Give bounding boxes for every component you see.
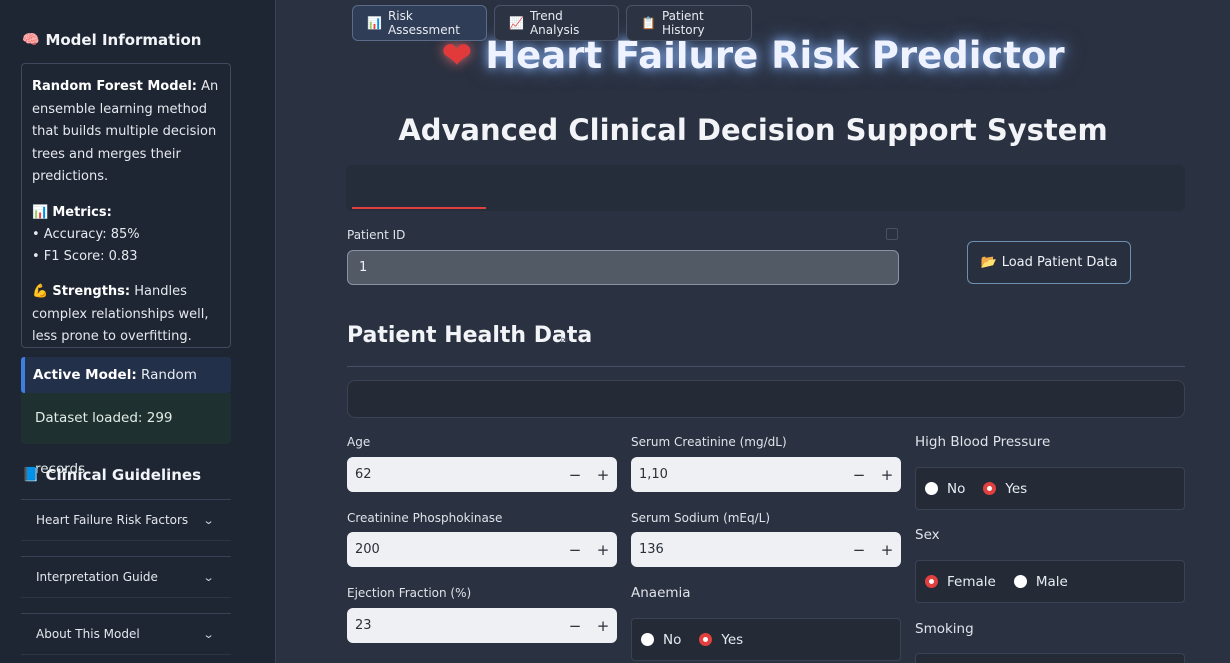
model-description: Random Forest Model: An ensemble learnin… [32, 79, 219, 184]
chevron-down-icon: ⌄ [202, 627, 215, 641]
increment-button[interactable]: + [589, 466, 617, 484]
decrement-button[interactable]: − [561, 541, 589, 559]
decrement-button[interactable]: − [845, 466, 873, 484]
strengths-section: 💪 Strengths: Handles complex relationshi… [32, 284, 209, 344]
sidebar: 🧠 Model Information Random Forest Model:… [0, 0, 276, 663]
serum-sodium-input[interactable]: 136 − + [631, 532, 901, 567]
anaemia-yes-radio[interactable]: Yes [699, 632, 743, 648]
decrement-button[interactable]: − [845, 541, 873, 559]
serum-sodium-label: Serum Sodium (mEq/L) [631, 511, 771, 525]
increment-button[interactable]: + [589, 541, 617, 559]
f1-metric: • F1 Score: 0.83 [32, 249, 138, 264]
anaemia-no-radio[interactable]: No [641, 632, 681, 648]
dataset-status: Dataset loaded: 299 records [21, 393, 231, 477]
high-blood-pressure-label: High Blood Pressure [915, 434, 1051, 450]
expander-interpretation-guide[interactable]: Interpretation Guide ⌄ [21, 556, 231, 598]
help-icon[interactable] [886, 228, 898, 240]
decrement-button[interactable]: − [561, 466, 589, 484]
book-icon: 📘 [22, 467, 40, 483]
sex-male-radio[interactable]: Male [1013, 574, 1068, 590]
increment-button[interactable]: + [589, 617, 617, 635]
folder-icon: 📂 [980, 255, 997, 270]
anaemia-radio-group: No Yes [631, 618, 901, 661]
patient-id-input[interactable]: 1 [347, 250, 899, 285]
age-input[interactable]: 62 − + [347, 457, 617, 492]
decrement-button[interactable]: − [561, 617, 589, 635]
accuracy-metric: • Accuracy: 85% [32, 227, 140, 242]
info-box [347, 380, 1185, 418]
smoking-label: Smoking [915, 621, 974, 637]
patient-id-label: Patient ID [347, 228, 406, 242]
divider [347, 366, 1185, 367]
age-label: Age [347, 435, 371, 449]
smoking-radio-group [915, 653, 1185, 663]
brain-icon: 🧠 [22, 32, 40, 48]
increment-button[interactable]: + [873, 541, 901, 559]
active-model-banner: Active Model: Random Forest [21, 357, 231, 419]
page-subtitle: Advanced Clinical Decision Support Syste… [398, 113, 1108, 147]
link-icon[interactable]: ∞ [560, 333, 569, 346]
sex-female-radio[interactable]: Female [925, 574, 996, 590]
model-info-box: Random Forest Model: An ensemble learnin… [21, 63, 231, 348]
chart-up-icon: 📈 [509, 16, 524, 30]
bar-chart-icon: 📊 [367, 16, 382, 30]
increment-button[interactable]: + [873, 466, 901, 484]
ejection-fraction-label: Ejection Fraction (%) [347, 586, 472, 600]
sex-label: Sex [915, 527, 940, 543]
hbp-radio-group: No Yes [915, 467, 1185, 510]
sex-radio-group: Female Male [915, 560, 1185, 603]
tab-trend-analysis[interactable]: 📈 Trend Analysis [494, 5, 619, 41]
bar-chart-icon: 📊 [32, 204, 49, 220]
cpk-input[interactable]: 200 − + [347, 532, 617, 567]
hbp-yes-radio[interactable]: Yes [983, 481, 1027, 497]
ejection-fraction-input[interactable]: 23 − + [347, 608, 617, 643]
serum-creatinine-label: Serum Creatinine (mg/dL) [631, 435, 787, 449]
serum-creatinine-input[interactable]: 1,10 − + [631, 457, 901, 492]
chevron-down-icon: ⌄ [202, 513, 215, 527]
expander-risk-factors[interactable]: Heart Failure Risk Factors ⌄ [21, 499, 231, 541]
tab-risk-assessment[interactable]: 📊 Risk Assessment [352, 5, 487, 41]
expander-about-model[interactable]: About This Model ⌄ [21, 613, 231, 655]
active-tab-indicator [352, 207, 486, 209]
hbp-no-radio[interactable]: No [925, 481, 965, 497]
tab-bar [346, 165, 1185, 211]
model-info-heading: 🧠 Model Information [22, 31, 202, 49]
flexed-biceps-icon: 💪 [32, 284, 49, 299]
cpk-label: Creatinine Phosphokinase [347, 511, 503, 525]
anaemia-label: Anaemia [631, 585, 691, 601]
guidelines-heading: 📘 Clinical Guidelines [22, 466, 202, 484]
tab-patient-history[interactable]: 📋 Patient History [626, 5, 752, 41]
chevron-down-icon: ⌄ [202, 570, 215, 584]
load-patient-data-button[interactable]: 📂 Load Patient Data [967, 241, 1131, 284]
metrics-section: 📊 Metrics: • Accuracy: 85% • F1 Score: 0… [32, 202, 220, 269]
section-title: Patient Health Data [347, 323, 593, 348]
clipboard-icon: 📋 [641, 16, 656, 30]
